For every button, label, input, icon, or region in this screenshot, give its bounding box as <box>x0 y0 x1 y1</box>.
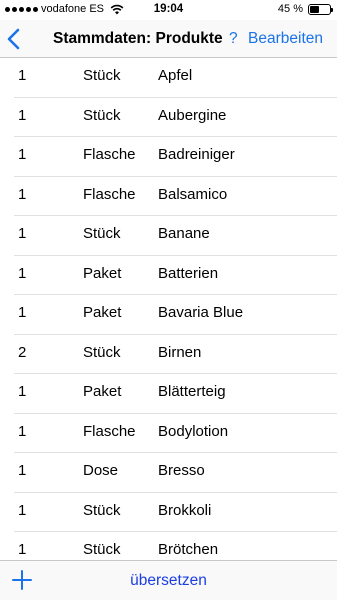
product-unit: Paket <box>83 383 122 400</box>
list-item[interactable]: 2 Stück Birnen <box>14 335 337 374</box>
product-name: Aubergine <box>158 106 227 124</box>
page-title: Stammdaten: Produkte <box>53 30 223 47</box>
product-name: Batterien <box>158 264 219 282</box>
product-unit: Dose <box>83 462 119 479</box>
product-unit: Paket <box>83 304 122 321</box>
product-name: Bodylotion <box>158 422 229 440</box>
bottom-toolbar: übersetzen <box>0 560 337 600</box>
product-unit: Stück <box>83 541 121 558</box>
list-item[interactable]: 1 Flasche Badreiniger <box>14 137 337 177</box>
list-item[interactable]: 1 Flasche Balsamico <box>14 177 337 216</box>
product-unit: Stück <box>83 67 121 84</box>
product-quantity: 1 <box>18 422 27 440</box>
help-button[interactable]: ? <box>229 30 238 48</box>
product-quantity: 1 <box>18 383 27 400</box>
status-bar: vodafone ES 19:04 45 % <box>0 0 337 20</box>
product-quantity: 1 <box>18 225 27 242</box>
product-name: Balsamico <box>158 185 228 203</box>
list-item[interactable]: 1 Paket Blätterteig <box>14 374 337 414</box>
product-unit: Stück <box>83 106 121 124</box>
product-quantity: 1 <box>18 501 27 519</box>
battery-icon <box>308 3 333 15</box>
list-item[interactable]: 1 Dose Bresso <box>14 453 337 493</box>
edit-button[interactable]: Bearbeiten <box>248 30 323 48</box>
status-right: 45 % <box>277 3 333 15</box>
product-quantity: 1 <box>18 462 27 479</box>
navigation-bar: Stammdaten: Produkte ? Bearbeiten <box>0 20 337 58</box>
product-name: Blätterteig <box>158 383 226 400</box>
product-quantity: 1 <box>18 264 27 282</box>
list-item[interactable]: 1 Paket Batterien <box>14 256 337 295</box>
translate-button[interactable]: übersetzen <box>0 572 337 590</box>
product-unit: Stück <box>83 343 121 361</box>
product-name: Bresso <box>158 462 205 479</box>
product-name: Badreiniger <box>158 146 235 163</box>
product-name: Birnen <box>158 343 202 361</box>
chevron-left-icon[interactable] <box>6 28 22 50</box>
list-item[interactable]: 1 Stück Banane <box>14 216 337 256</box>
product-quantity: 1 <box>18 146 27 163</box>
list-item[interactable]: 1 Stück Brokkoli <box>14 493 337 532</box>
product-name: Brötchen <box>158 541 219 558</box>
product-name: Banane <box>158 225 210 242</box>
list-item[interactable]: 1 Flasche Bodylotion <box>14 414 337 453</box>
product-quantity: 1 <box>18 304 27 321</box>
battery-percent: 45 % <box>277 3 303 15</box>
product-name: Apfel <box>158 67 193 84</box>
product-name: Bavaria Blue <box>158 304 244 321</box>
list-item[interactable]: 1 Stück Brötchen <box>14 532 337 560</box>
product-unit: Flasche <box>83 146 136 163</box>
product-name: Brokkoli <box>158 501 212 519</box>
list-item[interactable]: 1 Stück Aubergine <box>14 98 337 137</box>
product-unit: Flasche <box>83 422 136 440</box>
product-quantity: 2 <box>18 343 27 361</box>
product-quantity: 1 <box>18 185 27 203</box>
product-quantity: 1 <box>18 67 27 84</box>
product-quantity: 1 <box>18 106 27 124</box>
list-item[interactable]: 1 Stück Apfel <box>14 58 337 98</box>
battery-cap <box>331 7 333 12</box>
product-quantity: 1 <box>18 541 27 558</box>
product-unit: Flasche <box>83 185 136 203</box>
battery-fill <box>310 5 319 13</box>
product-unit: Stück <box>83 501 121 519</box>
product-unit: Stück <box>83 225 121 242</box>
product-unit: Paket <box>83 264 122 282</box>
product-list: 1 Stück Apfel 1 Stück Aubergine 1 Flasche Badrei… <box>0 58 337 560</box>
list-item[interactable]: 1 Paket Bavaria Blue <box>14 295 337 335</box>
